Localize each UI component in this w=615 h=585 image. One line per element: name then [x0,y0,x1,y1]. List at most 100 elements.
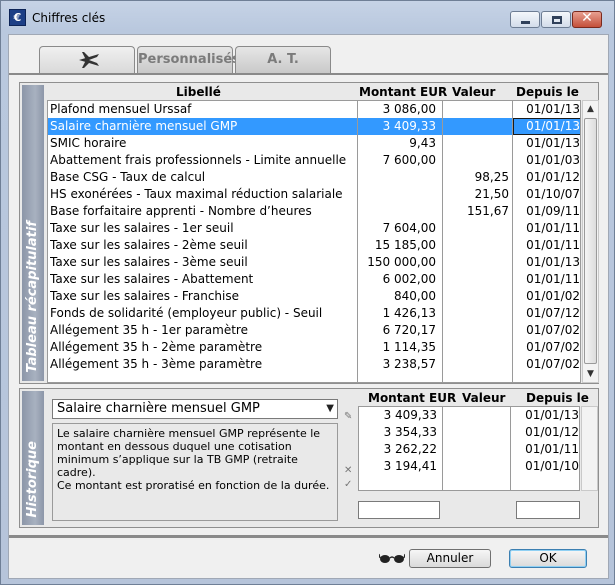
table-row[interactable]: Taxe sur les salaires - Franchise 840,00 0… [48,288,580,305]
history-date-input[interactable] [516,501,580,519]
dialog-client-area: Personnalisés A. T. Tableau récapitulati… [8,34,609,579]
ok-button[interactable]: OK [509,549,587,568]
column-divider [442,101,443,382]
cell-libelle: Taxe sur les salaires - Abattement [50,272,254,286]
cell-montant: 7 600,00 [382,153,436,167]
scroll-thumb[interactable] [584,118,597,364]
cell-depuis: 01/01/13 [526,102,580,116]
summary-panel: Tableau récapitulatif Libellé Montant EU… [19,82,599,384]
tab-general[interactable] [39,46,135,73]
cell-depuis: 01/07/02 [526,340,580,354]
cell-valeur [443,424,511,441]
col-header-valeur[interactable]: Valeur [452,85,495,99]
cell-depuis: 01/01/13 [526,136,580,150]
table-row[interactable]: Allégement 35 h - 1er paramètre 6 720,17 0… [48,322,580,339]
title-bar[interactable]: € Chiffres clés ✕ [1,1,614,33]
cell-montant: 3 409,33 [382,119,436,133]
tab-at[interactable]: A. T. [235,46,331,73]
cell-montant: 3 238,57 [382,357,436,371]
maximize-button[interactable] [541,11,571,28]
summary-side-label: Tableau récapitulatif [25,221,40,373]
euro-app-icon: € [9,9,26,26]
cell-montant: 3 409,33 [383,408,437,422]
cell-depuis: 01/01/13 [525,408,579,422]
cell-valeur [443,254,513,271]
scroll-up-arrow-icon[interactable]: ▲ [583,101,598,117]
history-row[interactable]: 3 194,41 01/01/10 [359,458,579,475]
cell-valeur [443,101,513,118]
cell-valeur [443,407,511,424]
table-row[interactable]: Plafond mensuel Urssaf 3 086,00 01/01/13 [48,101,580,118]
history-item-select[interactable]: Salaire charnière mensuel GMP ▼ [52,399,338,419]
history-scrollbar[interactable] [581,406,598,491]
table-row[interactable]: Base CSG - Taux de calcul 98,25 01/01/12 [48,169,580,186]
cell-valeur [443,271,513,288]
cell-libelle: Allégement 35 h - 2ème paramètre [50,340,263,354]
table-row[interactable]: Allégement 35 h - 2ème paramètre 1 114,35… [48,339,580,356]
scroll-down-arrow-icon[interactable]: ▼ [583,366,598,382]
cell-libelle: SMIC horaire [50,136,127,150]
cell-montant [358,186,440,203]
window-title: Chiffres clés [32,11,106,25]
minimize-button[interactable] [510,11,540,28]
cell-depuis: 01/01/02 [526,289,580,303]
cell-depuis: 01/10/07 [526,187,580,201]
delete-icon[interactable]: ✕ [344,465,352,476]
cell-valeur [443,237,513,254]
table-row[interactable]: Abattement frais professionnels - Limite… [48,152,580,169]
cell-libelle: Abattement frais professionnels - Limite… [50,153,347,167]
column-divider [442,407,443,490]
history-panel: Historique Salaire charnière mensuel GMP… [19,388,599,528]
maximize-icon [552,16,562,24]
cell-valeur: 98,25 [474,170,509,184]
cell-montant: 6 720,17 [382,323,436,337]
table-row[interactable]: Taxe sur les salaires - 3ème seuil 150 00… [48,254,580,271]
table-row[interactable]: SMIC horaire 9,43 01/01/13 [48,135,580,152]
cell-libelle: Allégement 35 h - 3ème paramètre [50,357,263,371]
summary-table[interactable]: Plafond mensuel Urssaf 3 086,00 01/01/13 Sa… [47,100,581,383]
validate-icon[interactable]: ✓ [344,479,352,490]
glasses-icon[interactable] [379,551,405,565]
tab-personnalises[interactable]: Personnalisés [137,46,240,73]
history-row[interactable]: 3 354,33 01/01/12 [359,424,579,441]
history-table[interactable]: 3 409,33 01/01/13 3 354,33 01/01/12 3 262,22… [358,406,580,491]
table-row[interactable]: Taxe sur les salaires - Abattement 6 002,… [48,271,580,288]
history-header-valeur: Valeur [462,391,506,405]
cell-depuis: 01/01/12 [525,425,579,439]
history-side-label: Historique [25,440,40,517]
cell-valeur [443,288,513,305]
cell-libelle: Taxe sur les salaires - 2ème seuil [50,238,248,252]
cell-montant: 3 262,22 [383,442,437,456]
table-row[interactable]: Allégement 35 h - 3ème paramètre 3 238,57… [48,356,580,373]
table-row[interactable]: Taxe sur les salaires - 2ème seuil 15 185… [48,237,580,254]
cell-libelle: Allégement 35 h - 1er paramètre [50,323,248,337]
close-button[interactable]: ✕ [572,10,602,28]
table-row[interactable]: HS exonérées - Taux maximal réduction sa… [48,186,580,203]
cell-montant: 3 194,41 [383,459,437,473]
col-header-depuis[interactable]: Depuis le [516,85,579,99]
dropdown-arrow-icon[interactable]: ▼ [326,400,334,418]
cell-valeur [443,305,513,322]
history-row[interactable]: 3 409,33 01/01/13 [359,407,579,424]
table-row[interactable]: Salaire charnière mensuel GMP 3 409,33 01/… [48,118,580,135]
cell-libelle: Taxe sur les salaires - 3ème seuil [50,255,248,269]
cell-montant: 840,00 [394,289,436,303]
history-description: Le salaire charnière mensuel GMP représe… [52,423,338,521]
cell-montant [358,203,440,220]
table-row[interactable]: Base forfaitaire apprenti - Nombre d’heu… [48,203,580,220]
col-header-libelle[interactable]: Libellé [176,85,221,99]
table-row[interactable]: Fonds de solidarité (employeur public) -… [48,305,580,322]
table-row[interactable]: Taxe sur les salaires - 1er seuil 7 604,0… [48,220,580,237]
history-row[interactable]: 3 262,22 01/01/11 [359,441,579,458]
cell-valeur [443,322,513,339]
edit-icon[interactable]: ✎ [344,411,352,422]
history-montant-input[interactable] [358,501,440,519]
cell-valeur [443,220,513,237]
cell-depuis: 01/01/10 [525,459,579,473]
summary-scrollbar[interactable]: ▲ ▼ [582,100,599,383]
cell-depuis: 01/07/02 [526,357,580,371]
cell-valeur [443,135,513,152]
cell-valeur [443,118,513,135]
col-header-montant[interactable]: Montant EUR [359,85,447,99]
cancel-button[interactable]: Annuler [409,549,491,568]
